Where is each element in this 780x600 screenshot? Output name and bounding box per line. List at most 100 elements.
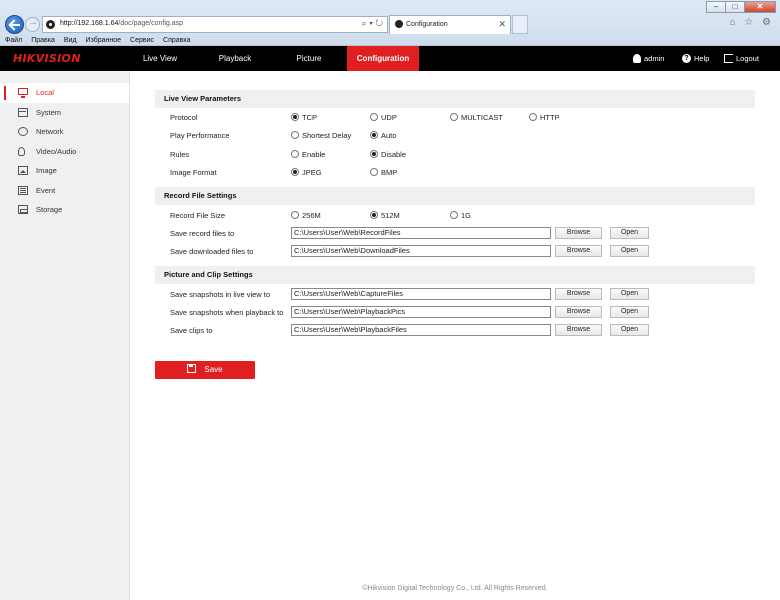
menu-view[interactable]: Вид [59,35,81,46]
size-1g-radio[interactable]: 1G [450,211,471,220]
clips-browse-button[interactable]: Browse [555,324,602,336]
record-file-size-label: Record File Size [170,211,226,220]
sidebar-item-event[interactable]: Event [0,181,129,201]
tab-title: Configuration [406,21,448,28]
tab-favicon-icon [395,20,403,28]
window-controls: – □ ✕ [706,1,776,13]
sidebar: Local System Network Video/Audio Image E… [0,71,130,600]
browser-toolbar-icons[interactable]: ⌂ ☆ ⚙ [729,17,774,28]
performance-shortest-delay-radio[interactable]: Shortest Delay [291,131,351,140]
performance-auto-radio[interactable]: Auto [370,131,396,140]
record-browse-button[interactable]: Browse [555,227,602,239]
clips-open-button[interactable]: Open [610,324,649,336]
snap-playback-label: Save snapshots when playback to [170,308,284,317]
logout-link[interactable]: Logout [724,46,759,71]
menu-tools[interactable]: Сервис [125,35,158,46]
menu-help[interactable]: Справка [158,35,194,46]
browser-chrome: – □ ✕ http://192.168.1.64/doc/page/confi… [0,0,780,46]
url-host: http://192.168.1.64 [60,20,119,27]
nav-picture[interactable]: Picture [280,46,338,71]
sidebar-item-system[interactable]: System [0,103,129,123]
main-content: Live View Parameters Protocol TCP UDP MU… [130,71,780,600]
save-button[interactable]: Save [155,361,255,379]
browser-nav-row: http://192.168.1.64/doc/page/config.asp … [0,13,780,35]
browser-tab[interactable]: Configuration ✕ [389,15,511,34]
save-record-label: Save record files to [170,229,235,238]
download-open-button[interactable]: Open [610,245,649,257]
protocol-multicast-radio[interactable]: MULTICAST [450,113,503,122]
sidebar-item-label: Network [36,127,64,136]
clips-path-field[interactable]: C:\Users\User\Web\PlaybackFiles [291,324,551,336]
snap-live-label: Save snapshots in live view to [170,290,271,299]
section-picture-clip: Picture and Clip Settings [155,266,755,284]
protocol-label: Protocol [170,113,198,122]
sidebar-item-label: Video/Audio [36,146,77,156]
sidebar-item-image[interactable]: Image [0,161,129,181]
snap-live-browse-button[interactable]: Browse [555,288,602,300]
record-open-button[interactable]: Open [610,227,649,239]
section-live-view: Live View Parameters [155,90,755,108]
help-icon: ? [682,53,691,63]
nav-configuration[interactable]: Configuration [347,46,419,71]
download-browse-button[interactable]: Browse [555,245,602,257]
rules-label: Rules [170,150,190,159]
user-icon [633,53,641,63]
snap-live-open-button[interactable]: Open [610,288,649,300]
address-bar-icons[interactable]: ⌕ ▾ ↻ [362,18,383,29]
size-256m-radio[interactable]: 256M [291,211,321,220]
menu-favorites[interactable]: Избранное [81,35,125,46]
format-bmp-radio[interactable]: BMP [370,168,397,177]
play-performance-label: Play Performance [170,131,230,140]
rules-enable-radio[interactable]: Enable [291,150,325,159]
user-menu[interactable]: admin [633,46,664,71]
rules-disable-radio[interactable]: Disable [370,150,406,159]
size-512m-radio[interactable]: 512M [370,211,400,220]
close-window-button[interactable]: ✕ [744,1,776,13]
sidebar-item-video-audio[interactable]: Video/Audio [0,142,129,162]
sidebar-item-label: Event [36,185,56,195]
address-bar[interactable]: http://192.168.1.64/doc/page/config.asp … [42,16,388,33]
user-name: admin [644,54,665,63]
tab-close-icon[interactable]: ✕ [498,19,506,30]
minimize-button[interactable]: – [706,1,726,13]
new-tab-button[interactable] [512,15,528,34]
protocol-tcp-radio[interactable]: TCP [291,113,317,122]
sidebar-item-label: Image [36,166,57,175]
snap-playback-browse-button[interactable]: Browse [555,306,602,318]
clips-label: Save clips to [170,326,213,335]
snap-playback-path-field[interactable]: C:\Users\User\Web\PlaybackPics [291,306,551,318]
help-label: Help [694,54,710,63]
snap-playback-open-button[interactable]: Open [610,306,649,318]
sidebar-item-storage[interactable]: Storage [0,200,129,220]
snap-live-path-field[interactable]: C:\Users\User\Web\CaptureFiles [291,288,551,300]
event-icon [18,185,28,195]
section-record-file: Record File Settings [155,187,755,205]
sidebar-item-label: Local [36,88,54,97]
sidebar-item-local[interactable]: Local [0,83,129,103]
hikvision-logo: HIKVISION [13,52,81,65]
menu-edit[interactable]: Правка [26,35,59,46]
sidebar-item-network[interactable]: Network [0,122,129,142]
record-path-field[interactable]: C:\Users\User\Web\RecordFiles [291,227,551,239]
sidebar-item-label: Storage [36,205,63,214]
logout-icon [724,53,733,63]
format-jpeg-radio[interactable]: JPEG [291,168,322,177]
image-icon [18,166,28,175]
network-icon [18,127,28,136]
nav-playback[interactable]: Playback [200,46,270,71]
protocol-http-radio[interactable]: HTTP [529,113,560,122]
back-button[interactable] [5,15,24,34]
download-path-field[interactable]: C:\Users\User\Web\DownloadFiles [291,245,551,257]
image-format-label: Image Format [170,168,217,177]
menu-file[interactable]: Файл [0,35,26,46]
protocol-udp-radio[interactable]: UDP [370,113,397,122]
help-link[interactable]: ? Help [682,46,709,71]
sidebar-item-label: System [36,107,62,117]
browser-menu-bar: Файл Правка Вид Избранное Сервис Справка [0,35,780,46]
save-label: Save [204,365,223,374]
forward-button[interactable] [25,17,40,32]
url-text: http://192.168.1.64/doc/page/config.asp [60,20,183,27]
nav-live-view[interactable]: Live View [130,46,190,71]
maximize-button[interactable]: □ [725,1,745,13]
system-icon [18,107,28,117]
